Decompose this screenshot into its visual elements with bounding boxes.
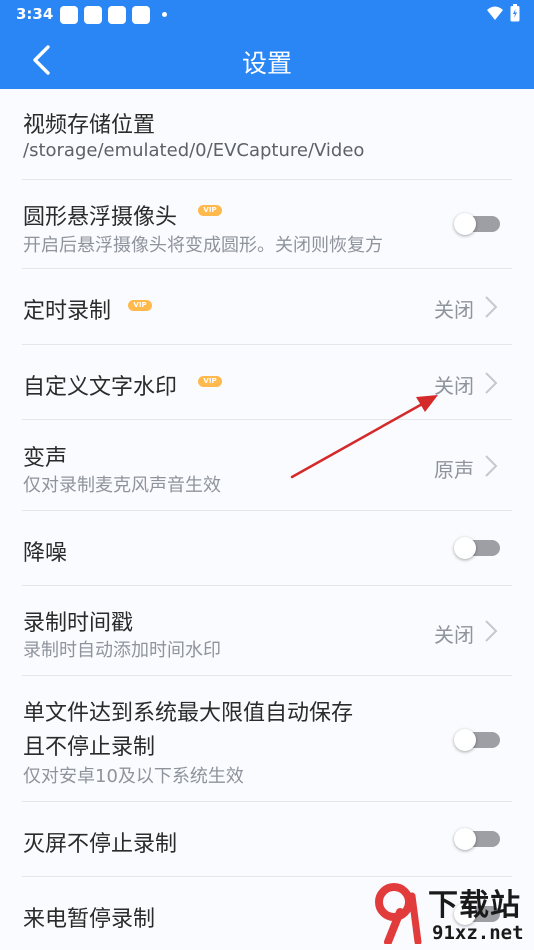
- noise-reduction-label: 降噪: [23, 541, 68, 566]
- timed-recording-label: 定时录制: [23, 299, 112, 324]
- chevron-right-icon: [485, 372, 498, 394]
- auto-save-desc: 仅对安卓10及以下系统生效: [23, 766, 244, 787]
- round-camera-toggle[interactable]: [454, 213, 500, 235]
- chevron-right-icon: [485, 296, 498, 318]
- vip-badge: VIP: [128, 300, 152, 311]
- storage-location-item[interactable]: 视频存储位置 /storage/emulated/0/EVCapture/Vid…: [0, 89, 534, 180]
- timestamp-label: 录制时间戳: [23, 611, 134, 636]
- timed-recording-item[interactable]: 定时录制 VIP 关闭: [0, 269, 534, 344]
- toggle-knob: [454, 537, 476, 559]
- voice-change-value: 原声: [434, 458, 474, 482]
- voice-change-desc: 仅对录制麦克风声音生效: [23, 475, 221, 496]
- settings-list: 视频存储位置 /storage/emulated/0/EVCapture/Vid…: [0, 89, 534, 950]
- custom-watermark-item[interactable]: 自定义文字水印 VIP 关闭: [0, 345, 534, 419]
- notification-icon: [132, 6, 150, 24]
- toggle-knob: [454, 729, 476, 751]
- app-bar: 设置: [0, 30, 534, 89]
- watermark-brand: 下载站: [428, 888, 521, 923]
- round-camera-item: 圆形悬浮摄像头 VIP 开启后悬浮摄像头将变成圆形。关闭则恢复方: [0, 180, 534, 268]
- watermark-logo: [375, 883, 422, 944]
- chevron-right-icon: [485, 620, 498, 642]
- storage-location-label: 视频存储位置: [23, 113, 156, 138]
- watermark-domain: 91xz.net: [432, 922, 524, 944]
- page-title: 设置: [241, 49, 292, 78]
- screen-off-toggle[interactable]: [454, 828, 500, 850]
- round-camera-desc: 开启后悬浮摄像头将变成圆形。关闭则恢复方: [23, 235, 383, 256]
- status-bar: 3:34: [0, 0, 534, 30]
- notification-icon: [108, 6, 126, 24]
- notification-icon: [84, 6, 102, 24]
- site-watermark: 下载站 91xz.net: [362, 878, 534, 950]
- toggle-knob: [454, 828, 476, 850]
- timestamp-value: 关闭: [434, 623, 474, 647]
- timestamp-desc: 录制时自动添加时间水印: [23, 640, 221, 661]
- screen-off-label: 灭屏不停止录制: [23, 832, 178, 857]
- auto-save-item: 单文件达到系统最大限值自动保存 且不停止录制 仅对安卓10及以下系统生效: [0, 676, 534, 801]
- auto-save-label-line2: 且不停止录制: [23, 735, 156, 760]
- voice-change-item[interactable]: 变声 仅对录制麦克风声音生效 原声: [0, 420, 534, 510]
- vip-badge: VIP: [198, 205, 222, 216]
- timestamp-item[interactable]: 录制时间戳 录制时自动添加时间水印 关闭: [0, 586, 534, 675]
- noise-reduction-item: 降噪: [0, 511, 534, 585]
- screen-off-item: 灭屏不停止录制: [0, 802, 534, 876]
- auto-save-label-line1: 单文件达到系统最大限值自动保存: [23, 701, 354, 726]
- wifi-icon: [487, 6, 503, 20]
- auto-save-toggle[interactable]: [454, 729, 500, 751]
- more-notifications-icon: [162, 12, 167, 17]
- noise-reduction-toggle[interactable]: [454, 537, 500, 559]
- chevron-right-icon: [485, 455, 498, 477]
- custom-watermark-value: 关闭: [434, 374, 474, 398]
- status-time: 3:34: [16, 5, 54, 23]
- notification-icon: [60, 6, 78, 24]
- storage-location-path: /storage/emulated/0/EVCapture/Video: [23, 140, 365, 161]
- round-camera-label: 圆形悬浮摄像头: [23, 205, 178, 230]
- system-icons: [486, 4, 520, 22]
- call-pause-label: 来电暂停录制: [23, 907, 156, 932]
- vip-badge: VIP: [198, 376, 222, 387]
- toggle-knob: [454, 213, 476, 235]
- voice-change-label: 变声: [23, 446, 68, 471]
- timed-recording-value: 关闭: [434, 298, 474, 322]
- custom-watermark-label: 自定义文字水印: [23, 375, 178, 400]
- battery-icon: [510, 4, 520, 22]
